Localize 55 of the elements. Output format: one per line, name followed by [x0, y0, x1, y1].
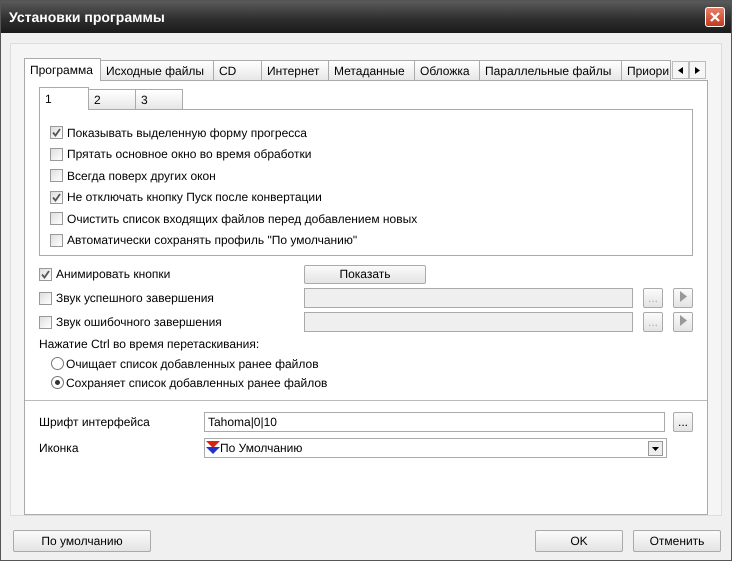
sound-file-field[interactable]	[304, 288, 633, 308]
scroll-right-button[interactable]	[689, 61, 706, 79]
ok-button[interactable]: OK	[535, 530, 623, 552]
checkbox[interactable]	[50, 148, 63, 161]
right-arrow-icon	[695, 66, 700, 74]
checkbox-label: Очистить список входящих файлов перед добавлением новых	[67, 212, 418, 226]
tab[interactable]: 1	[39, 87, 89, 110]
window-title: Установки программы	[9, 9, 165, 25]
font-field[interactable]: Tahoma|0|10	[204, 412, 665, 432]
tab[interactable]: Обложка	[414, 60, 480, 81]
close-button[interactable]	[705, 7, 725, 27]
radio-button[interactable]	[51, 357, 64, 370]
checkbox[interactable]	[50, 234, 63, 247]
show-button[interactable]: Показать	[304, 264, 426, 284]
checkbox[interactable]	[39, 268, 52, 280]
checkbox-label: Прятать основное окно во время обработки	[67, 147, 312, 162]
field-label: Иконка	[39, 441, 80, 455]
radio-label: Очищает список добавленных ранее файлов	[66, 356, 319, 370]
checkbox-label: Анимировать кнопки	[56, 267, 170, 281]
checkbox-label: Звук успешного завершения	[56, 291, 214, 305]
cancel-button[interactable]: Отменить	[633, 530, 721, 552]
checkbox[interactable]	[50, 190, 63, 204]
play-icon	[680, 315, 686, 326]
checkbox[interactable]	[50, 212, 63, 226]
checkbox[interactable]	[50, 169, 63, 182]
close-icon	[709, 11, 721, 23]
tab[interactable]: 3	[135, 89, 183, 110]
group-label: Нажатие Ctrl во время перетаскивания:	[39, 337, 260, 351]
tab[interactable]: CD	[213, 60, 262, 81]
checkbox-label: Показывать выделенную форму прогресса	[67, 126, 307, 140]
tab[interactable]: Метаданные	[328, 60, 415, 81]
radio-label: Сохраняет список добавленных ранее файлов	[66, 376, 328, 390]
field-label: Шрифт интерфейса	[39, 415, 151, 429]
radio-button[interactable]	[51, 376, 64, 389]
icon-dropdown[interactable]: По Умолчанию	[204, 438, 667, 458]
left-arrow-icon	[678, 66, 683, 74]
tab[interactable]: 2	[88, 89, 136, 110]
sound-file-field[interactable]	[304, 312, 633, 332]
tab[interactable]: Приори	[621, 60, 671, 81]
tab[interactable]: Программа	[24, 58, 101, 81]
defaults-button[interactable]: По умолчанию	[13, 530, 151, 552]
checkbox-label: Всегда поверх других окон	[67, 168, 216, 183]
tab[interactable]: Параллельные файлы	[479, 60, 622, 81]
play-icon	[680, 291, 686, 302]
browse-button[interactable]: ...	[673, 412, 693, 432]
tab[interactable]: Интернет	[261, 60, 329, 81]
checkbox[interactable]	[39, 316, 52, 328]
arrows-icon	[206, 441, 220, 455]
scroll-left-button[interactable]	[672, 61, 689, 79]
checkbox-label: Звук ошибочного завершения	[56, 315, 222, 329]
checkbox[interactable]	[39, 292, 52, 304]
checkbox[interactable]	[50, 126, 63, 140]
checkbox-label: Автоматически сохранять профиль "По умолчанию"	[67, 233, 358, 248]
tab[interactable]: Исходные файлы	[100, 60, 214, 81]
checkbox-label: Не отключать кнопку Пуск после конвертации	[67, 190, 322, 204]
